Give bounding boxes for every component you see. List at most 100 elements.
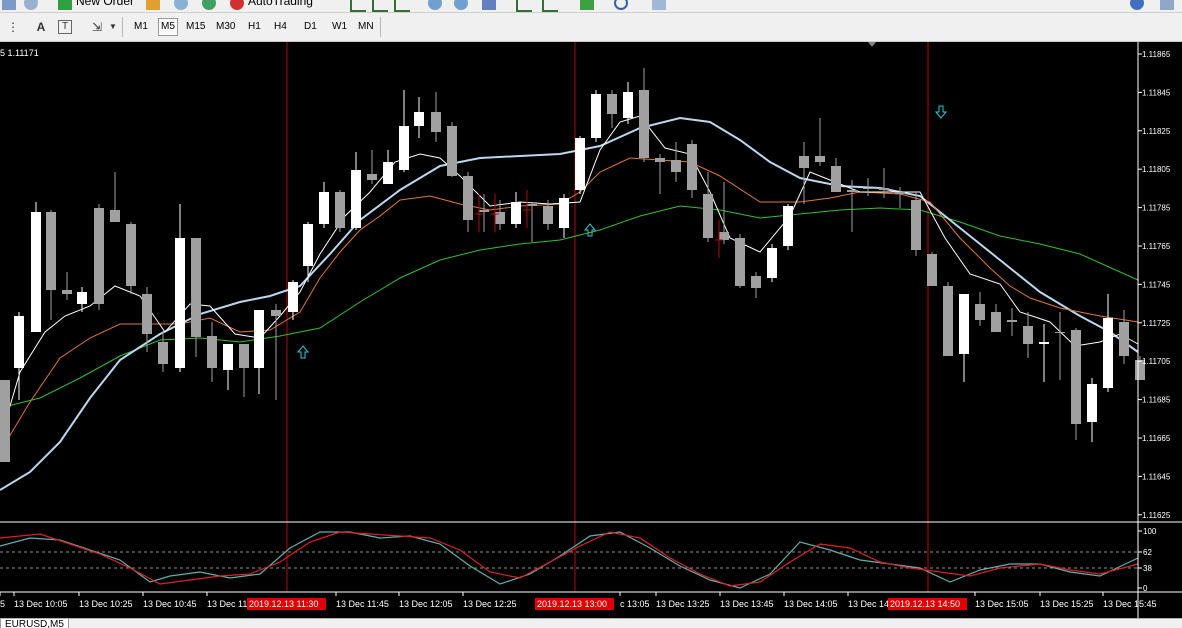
time-label: 13 Dec 13:25 bbox=[656, 599, 710, 609]
candle-body bbox=[959, 294, 969, 354]
candle-body bbox=[77, 292, 87, 304]
auto-trading-icon[interactable] bbox=[230, 0, 244, 10]
candle-body bbox=[207, 336, 217, 368]
candle-body bbox=[687, 144, 697, 190]
candle-body bbox=[414, 112, 424, 126]
timeframe-m5[interactable]: M5 bbox=[158, 18, 178, 36]
time-label: c 13:05 bbox=[620, 599, 650, 609]
candle-body bbox=[62, 290, 72, 294]
candle-body bbox=[895, 192, 905, 194]
price-tick-label: 1.11825 bbox=[1142, 127, 1171, 136]
candle-body bbox=[191, 238, 201, 337]
candle-body bbox=[655, 158, 665, 162]
candle-body bbox=[639, 90, 649, 158]
zoom-out-icon[interactable] bbox=[454, 0, 468, 10]
stoch-tick-label: 62 bbox=[1143, 548, 1152, 557]
candle-body bbox=[735, 238, 745, 286]
grip-icon: ⋮ bbox=[7, 20, 19, 34]
time-label: 13 Dec 15:45 bbox=[1103, 599, 1157, 609]
search-icon[interactable] bbox=[1130, 0, 1144, 10]
text-label-tool-icon[interactable]: T bbox=[58, 20, 72, 34]
chart-window[interactable]: 5 1.11171 1.11865 1.11845 1.11825 1.11805 1.… bbox=[0, 42, 1182, 618]
candle-body bbox=[367, 174, 377, 180]
stoch-tick-label: 0 bbox=[1143, 584, 1148, 593]
market-watch-icon[interactable] bbox=[146, 0, 160, 10]
price-tick-label: 1.11785 bbox=[1142, 204, 1171, 213]
candle-body bbox=[142, 294, 152, 334]
autoscroll-icon[interactable] bbox=[542, 0, 558, 12]
candle-body bbox=[1055, 332, 1065, 333]
candle-body bbox=[1087, 384, 1097, 422]
indicators-icon[interactable] bbox=[580, 0, 594, 10]
candle-body bbox=[767, 248, 777, 278]
time-label: 13 Dec 13:45 bbox=[720, 599, 774, 609]
candle-body bbox=[303, 224, 313, 266]
candle-body bbox=[927, 254, 937, 286]
time-label: 13 Dec 11:45 bbox=[336, 599, 389, 609]
time-label: 13 Dec 15:05 bbox=[975, 599, 1029, 609]
price-chart[interactable]: 5 1.11171 1.11865 1.11845 1.11825 1.11805 1.… bbox=[0, 42, 1182, 618]
time-label: 13 Dec 12:25 bbox=[463, 599, 517, 609]
user-icon[interactable] bbox=[1160, 0, 1174, 10]
time-label: 13 Dec 11 bbox=[207, 599, 247, 609]
timeframe-h1[interactable]: H1 bbox=[246, 19, 263, 35]
candle-body bbox=[607, 94, 617, 114]
timeframe-d1[interactable]: D1 bbox=[302, 19, 319, 35]
timeframe-m30[interactable]: M30 bbox=[214, 19, 237, 35]
candle-body bbox=[0, 380, 10, 462]
toolbar-separator bbox=[122, 17, 123, 37]
time-highlight-label: 2019.12.13 14:50 bbox=[890, 599, 960, 609]
candle-body bbox=[271, 310, 281, 316]
candle-body bbox=[911, 200, 921, 250]
candle-body bbox=[479, 210, 489, 212]
candle-body bbox=[447, 126, 457, 176]
cloud-icon[interactable] bbox=[174, 0, 188, 10]
time-label: 13 Dec 10:45 bbox=[143, 599, 197, 609]
price-tick-label: 1.11865 bbox=[1142, 50, 1171, 59]
timeframe-mn[interactable]: MN bbox=[356, 19, 376, 35]
candle-body bbox=[158, 342, 168, 364]
candle-body bbox=[559, 198, 569, 228]
candle-body bbox=[527, 204, 537, 206]
timeframe-m15[interactable]: M15 bbox=[184, 19, 207, 35]
candle-body bbox=[847, 190, 857, 192]
candle-body bbox=[591, 94, 601, 138]
candle-body bbox=[31, 212, 41, 332]
time-highlight-label: 2019.12.13 13:00 bbox=[537, 599, 607, 609]
chart-shift-icon[interactable] bbox=[516, 0, 532, 12]
candle-body bbox=[863, 188, 873, 189]
candle-body bbox=[319, 192, 329, 224]
timeframe-w1[interactable]: W1 bbox=[330, 19, 349, 35]
candle-body bbox=[783, 206, 793, 246]
templates-icon[interactable] bbox=[652, 0, 666, 10]
bar-chart-icon[interactable] bbox=[350, 0, 366, 12]
zoom-icon[interactable] bbox=[24, 0, 38, 10]
price-tick-label: 1.11845 bbox=[1142, 88, 1171, 97]
candle-body bbox=[671, 160, 681, 172]
chevron-down-icon[interactable]: ▼ bbox=[104, 18, 122, 36]
auto-trading-button[interactable]: AutoTrading bbox=[248, 0, 313, 8]
line-chart-icon[interactable] bbox=[394, 0, 410, 12]
candle-chart-icon[interactable] bbox=[372, 0, 388, 12]
candle-body bbox=[46, 212, 56, 290]
candle-body bbox=[623, 92, 633, 118]
timeframe-h4[interactable]: H4 bbox=[272, 19, 289, 35]
timeframes-toolbar: ⋮ A T ⇲ ▼ M1 M5 M15 M30 H1 H4 D1 W1 MN bbox=[0, 13, 1182, 42]
candle-body bbox=[1007, 320, 1017, 322]
candle-body bbox=[703, 194, 713, 238]
zoom-in-icon[interactable] bbox=[428, 0, 442, 10]
periods-icon[interactable] bbox=[614, 0, 628, 10]
new-order-button[interactable]: New Order bbox=[76, 0, 134, 8]
new-order-icon[interactable] bbox=[58, 0, 72, 10]
candle-body bbox=[175, 238, 185, 368]
candle-body bbox=[94, 208, 104, 304]
price-tick-label: 1.11705 bbox=[1142, 357, 1171, 366]
time-label: 13 Dec 14:05 bbox=[784, 599, 838, 609]
text-tool-icon[interactable]: A bbox=[32, 18, 50, 36]
timeframe-m1[interactable]: M1 bbox=[132, 19, 150, 35]
tile-windows-icon[interactable] bbox=[482, 0, 496, 10]
meta-editor-icon[interactable] bbox=[202, 0, 216, 10]
candle-body bbox=[831, 166, 841, 192]
chart-window-icon[interactable] bbox=[2, 0, 16, 10]
top-toolbar: New Order AutoTrading bbox=[0, 0, 1182, 13]
